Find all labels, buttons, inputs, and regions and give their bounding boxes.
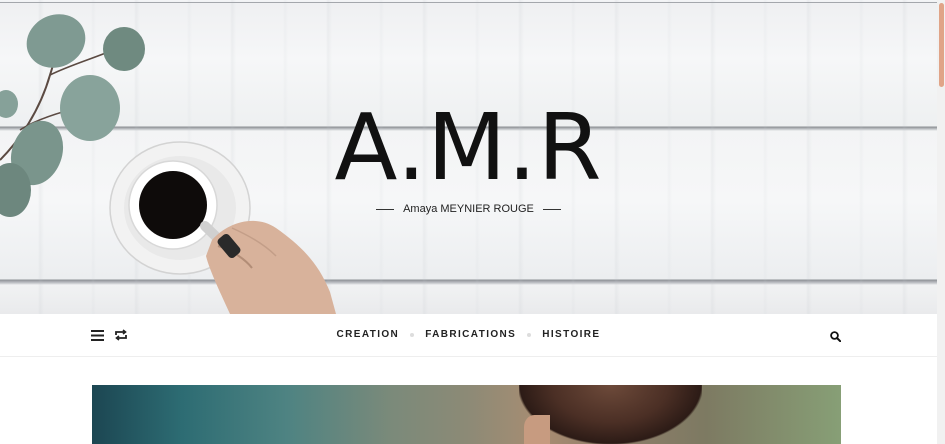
menu-separator: [410, 333, 415, 337]
menu-item-histoire[interactable]: HISTOIRE: [542, 328, 600, 342]
image-face-detail: [524, 415, 550, 444]
site-tagline: Amaya MEYNIER ROUGE: [0, 203, 937, 215]
hand-icon: [206, 220, 336, 314]
featured-post-image[interactable]: [92, 385, 841, 444]
menu-item-creation[interactable]: CREATION: [337, 328, 400, 342]
tagline-text: Amaya MEYNIER ROUGE: [403, 203, 534, 215]
menu-item-fabrications[interactable]: FABRICATIONS: [425, 328, 516, 342]
tagline-left-dash: [376, 208, 395, 210]
scrollbar-thumb[interactable]: [939, 3, 944, 87]
search-icon[interactable]: [830, 329, 842, 347]
primary-menu: CREATION FABRICATIONS HISTOIRE: [0, 328, 937, 342]
tagline-right-dash: [542, 208, 561, 210]
site-title[interactable]: A.M.R: [0, 98, 937, 198]
header-image: A.M.R Amaya MEYNIER ROUGE: [0, 0, 937, 314]
menu-separator: [527, 333, 532, 337]
main-navigation: CREATION FABRICATIONS HISTOIRE: [0, 314, 937, 357]
page-scrollbar[interactable]: [937, 0, 945, 444]
